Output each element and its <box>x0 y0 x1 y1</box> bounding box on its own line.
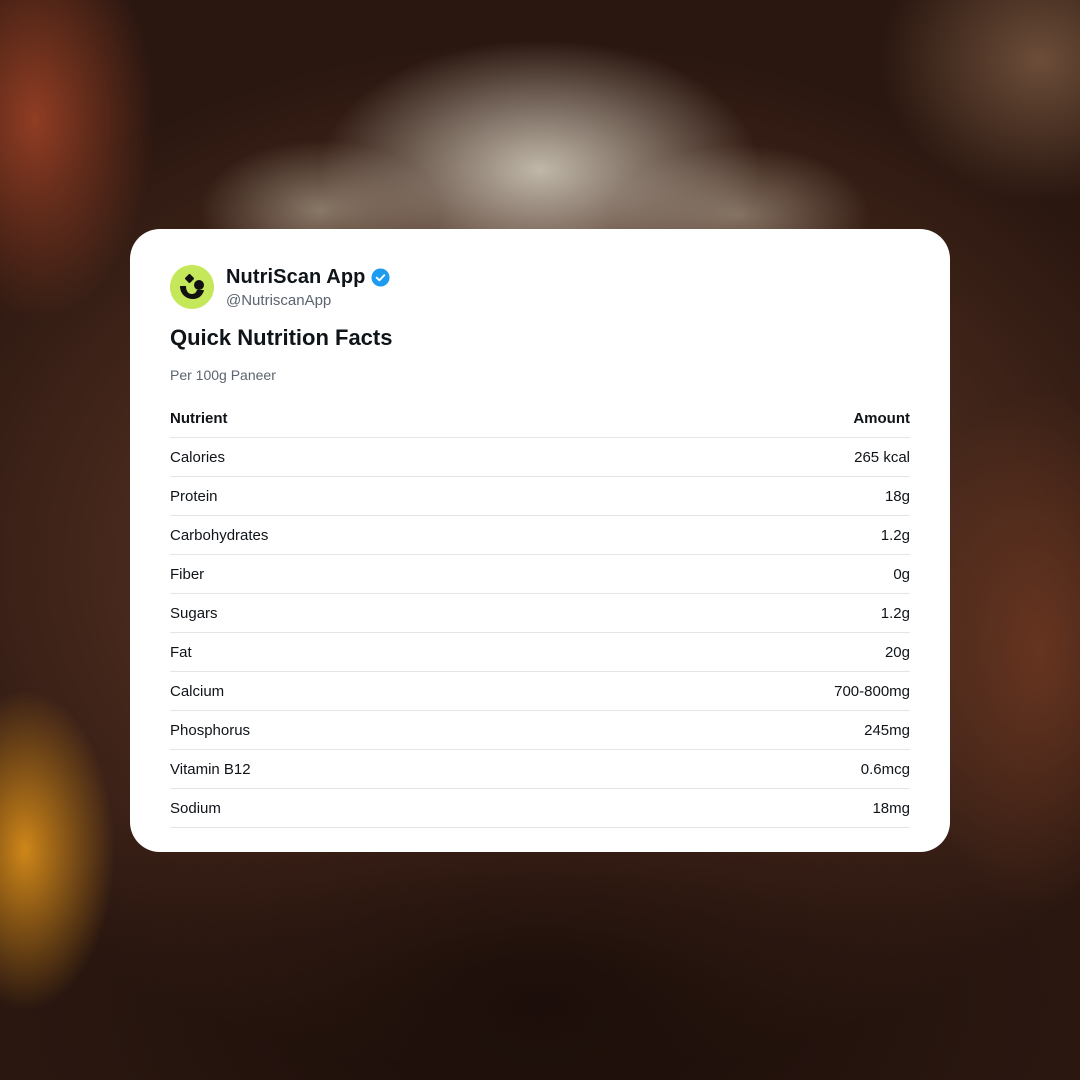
nutrient-name: Phosphorus <box>170 721 251 739</box>
profile-handle[interactable]: @NutriscanApp <box>226 292 390 309</box>
profile-name[interactable]: NutriScan App <box>226 266 365 289</box>
nutrient-amount: 18g <box>884 487 910 505</box>
table-row: Vitamin B12 0.6mcg <box>170 750 910 789</box>
table-row: Sodium 18mg <box>170 789 910 828</box>
nutrient-name: Carbohydrates <box>170 526 269 544</box>
nutrient-amount: 0.6mcg <box>860 760 910 778</box>
nutrient-amount: 18mg <box>872 799 910 817</box>
amount-column-header: Amount <box>853 409 910 427</box>
nutrient-name: Protein <box>170 487 218 505</box>
nutrient-amount: 1.2g <box>880 526 910 544</box>
nutrient-name: Vitamin B12 <box>170 760 251 778</box>
table-row: Calcium 700-800mg <box>170 672 910 711</box>
nutrient-column-header: Nutrient <box>170 409 228 427</box>
nutriscan-logo-icon[interactable] <box>170 265 214 309</box>
name-row: NutriScan App <box>226 266 390 290</box>
card-subtitle: Per 100g Paneer <box>170 367 276 383</box>
nutrient-name: Sodium <box>170 799 221 817</box>
nutrient-name: Fiber <box>170 565 205 583</box>
nutrient-amount: 245mg <box>864 721 910 739</box>
nutrient-amount: 1.2g <box>880 604 910 622</box>
table-row: Protein 18g <box>170 477 910 516</box>
nutrient-amount: 20g <box>884 643 910 661</box>
table-row: Fiber 0g <box>170 555 910 594</box>
table-row: Fat 20g <box>170 633 910 672</box>
profile-identity: NutriScan App @NutriscanApp <box>226 266 390 309</box>
table-row: Phosphorus 245mg <box>170 711 910 750</box>
card-title: Quick Nutrition Facts <box>170 325 393 350</box>
nutrition-card: NutriScan App @NutriscanApp Quick Nutrit… <box>130 229 950 852</box>
nutrient-name: Fat <box>170 643 192 661</box>
nutrient-name: Calcium <box>170 682 225 700</box>
nutrient-amount: 265 kcal <box>854 448 910 466</box>
post-header: NutriScan App @NutriscanApp <box>170 265 910 309</box>
table-row: Sugars 1.2g <box>170 594 910 633</box>
table-row: Calories 265 kcal <box>170 438 910 477</box>
nutrition-table: Nutrient Amount Calories 265 kcal Protei… <box>170 399 910 828</box>
verified-badge-icon <box>371 268 390 287</box>
nutrient-amount: 0g <box>893 565 910 583</box>
nutrient-amount: 700-800mg <box>834 682 910 700</box>
table-row: Carbohydrates 1.2g <box>170 516 910 555</box>
nutrient-name: Sugars <box>170 604 218 622</box>
table-header-row: Nutrient Amount <box>170 399 910 438</box>
nutrient-name: Calories <box>170 448 226 466</box>
